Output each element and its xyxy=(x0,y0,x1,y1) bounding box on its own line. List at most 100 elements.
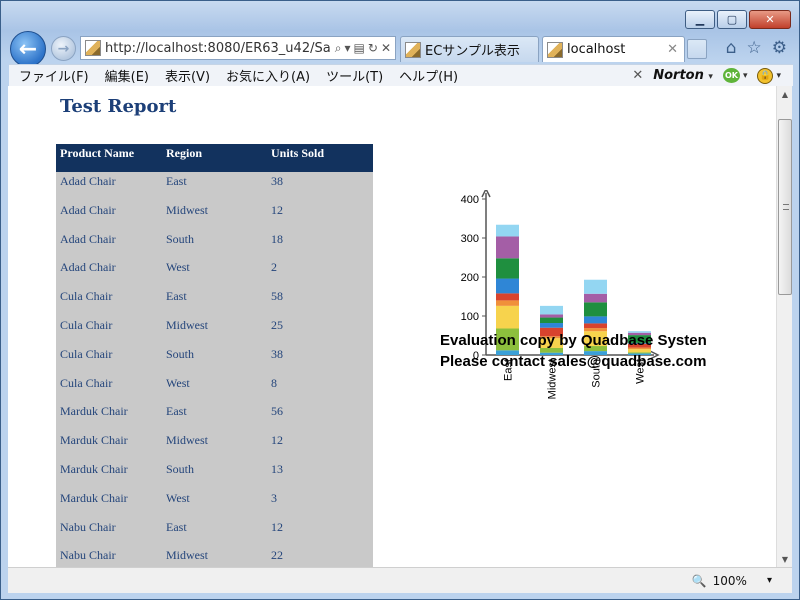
product-name-cell: Marduk Chair xyxy=(60,404,128,419)
region-cell: West xyxy=(166,375,190,390)
new-tab-button[interactable] xyxy=(687,39,707,59)
units-sold-cell: 22 xyxy=(271,548,283,563)
bar-segment xyxy=(628,349,651,353)
favorites-star-icon[interactable]: ☆ xyxy=(747,38,762,58)
menu-edit[interactable]: 編集(E) xyxy=(97,66,157,85)
forward-arrow-icon: → xyxy=(57,40,70,57)
region-cell: South xyxy=(166,346,195,361)
settings-gear-icon[interactable]: ⚙ xyxy=(772,38,787,58)
bar-segment xyxy=(540,323,563,328)
site-favicon-icon xyxy=(85,40,101,56)
lock-icon: 🔒 xyxy=(757,67,774,84)
table-row: Nabu Chair East 12 xyxy=(56,518,373,547)
report-table: Product Name Region Units Sold Adad Chai… xyxy=(56,144,373,567)
bar-segment xyxy=(584,323,607,329)
close-toolbar-icon[interactable]: ✕ xyxy=(632,68,643,83)
product-name-cell: Cula Chair xyxy=(60,346,113,361)
product-name-cell: Nabu Chair xyxy=(60,548,116,563)
back-button[interactable]: ← xyxy=(10,31,46,67)
bar-segment xyxy=(584,302,607,317)
chevron-down-icon[interactable]: ▾ xyxy=(767,575,772,586)
region-cell: Midwest xyxy=(166,317,208,332)
norton-toolbar-button[interactable]: Norton ▾ xyxy=(653,68,713,83)
tab-label: localhost xyxy=(567,42,626,57)
address-url[interactable]: http://localhost:8080/ER63_u42/Sa xyxy=(105,41,331,56)
address-bar[interactable]: http://localhost:8080/ER63_u42/Sa ⌕ ▾ ▤ … xyxy=(80,36,396,60)
region-cell: Midwest xyxy=(166,202,208,217)
stop-icon[interactable]: ✕ xyxy=(381,41,391,56)
compat-view-icon[interactable]: ▤ xyxy=(354,41,365,56)
units-sold-cell: 13 xyxy=(271,461,283,476)
column-header: Region xyxy=(162,144,267,172)
product-name-cell: Nabu Chair xyxy=(60,519,116,534)
units-sold-cell: 12 xyxy=(271,433,283,448)
zoom-level[interactable]: 100% xyxy=(713,574,747,588)
safe-web-button[interactable]: OK ▾ xyxy=(722,68,748,83)
bar-segment xyxy=(540,305,563,315)
home-icon[interactable]: ⌂ xyxy=(726,38,737,58)
tab-ec-sample[interactable]: ECサンプル表示 xyxy=(400,36,539,62)
identity-safe-button[interactable]: 🔒 ▾ xyxy=(757,67,781,84)
chevron-down-icon: ▾ xyxy=(708,72,713,82)
table-row: Adad Chair East 38 xyxy=(56,172,373,201)
maximize-button[interactable]: ▢ xyxy=(717,10,747,29)
watermark-text: Evaluation copy by Quadbase Systen xyxy=(440,332,707,349)
minimize-button[interactable]: ▁ xyxy=(685,10,715,29)
column-header: Product Name xyxy=(56,144,162,172)
bar-segment xyxy=(584,316,607,324)
region-cell: South xyxy=(166,461,195,476)
window-controls: ▁ ▢ ✕ xyxy=(685,10,791,29)
tab-label: ECサンプル表示 xyxy=(425,44,520,59)
y-tick-label: 200 xyxy=(461,272,479,284)
chevron-down-icon: ▾ xyxy=(742,70,748,81)
bar-segment xyxy=(496,258,519,279)
close-tab-icon[interactable]: ✕ xyxy=(667,42,678,57)
menu-tools[interactable]: ツール(T) xyxy=(318,66,391,85)
watermark-text: Please contact sales@quadbase.com xyxy=(440,353,706,370)
units-sold-cell: 25 xyxy=(271,317,283,332)
units-sold-cell: 56 xyxy=(271,404,283,419)
tab-localhost[interactable]: localhost ✕ xyxy=(542,36,685,62)
product-name-cell: Adad Chair xyxy=(60,174,116,188)
table-row: Adad Chair West 2 xyxy=(56,258,373,287)
table-row: Cula Chair Midwest 25 xyxy=(56,316,373,345)
table-row: Cula Chair West 8 xyxy=(56,374,373,403)
bar-segment xyxy=(584,328,607,332)
scroll-up-arrow-icon[interactable]: ▲ xyxy=(777,86,793,102)
forward-button[interactable]: → xyxy=(51,36,76,61)
product-name-cell: Marduk Chair xyxy=(60,490,128,505)
vertical-scrollbar[interactable]: ▲ ▼ xyxy=(776,86,792,567)
bar-segment xyxy=(496,293,519,301)
bar-segment xyxy=(496,305,519,329)
menu-file[interactable]: ファイル(F) xyxy=(9,66,97,85)
product-name-cell: Cula Chair xyxy=(60,375,113,390)
scroll-down-arrow-icon[interactable]: ▼ xyxy=(777,551,793,567)
region-cell: East xyxy=(166,289,187,304)
table-header-row: Product Name Region Units Sold xyxy=(56,144,373,172)
product-name-cell: Marduk Chair xyxy=(60,433,128,448)
refresh-icon[interactable]: ↻ xyxy=(368,41,378,56)
close-window-button[interactable]: ✕ xyxy=(749,10,791,29)
dropdown-icon[interactable]: ▾ xyxy=(345,41,351,56)
bar-segment xyxy=(496,300,519,306)
menu-view[interactable]: 表示(V) xyxy=(157,66,218,85)
column-header: Units Sold xyxy=(267,144,373,172)
region-cell: West xyxy=(166,260,190,275)
menu-favorites[interactable]: お気に入り(A) xyxy=(218,66,318,85)
search-icon[interactable]: ⌕ xyxy=(335,41,342,56)
y-tick-label: 400 xyxy=(461,194,479,206)
report-title: Test Report xyxy=(60,96,177,117)
product-name-cell: Cula Chair xyxy=(60,317,113,332)
scrollbar-thumb[interactable] xyxy=(778,119,792,295)
region-cell: Midwest xyxy=(166,433,208,448)
back-arrow-icon: ← xyxy=(18,36,38,62)
table-row: Cula Chair South 38 xyxy=(56,345,373,374)
units-sold-cell: 38 xyxy=(271,346,283,361)
zoom-icon: 🔍 xyxy=(691,573,707,588)
product-name-cell: Adad Chair xyxy=(60,202,116,217)
ok-badge-icon: OK xyxy=(722,68,740,83)
menu-help[interactable]: ヘルプ(H) xyxy=(391,66,466,85)
units-sold-cell: 2 xyxy=(271,260,277,275)
region-cell: Midwest xyxy=(166,548,208,563)
bar-segment xyxy=(496,224,519,237)
